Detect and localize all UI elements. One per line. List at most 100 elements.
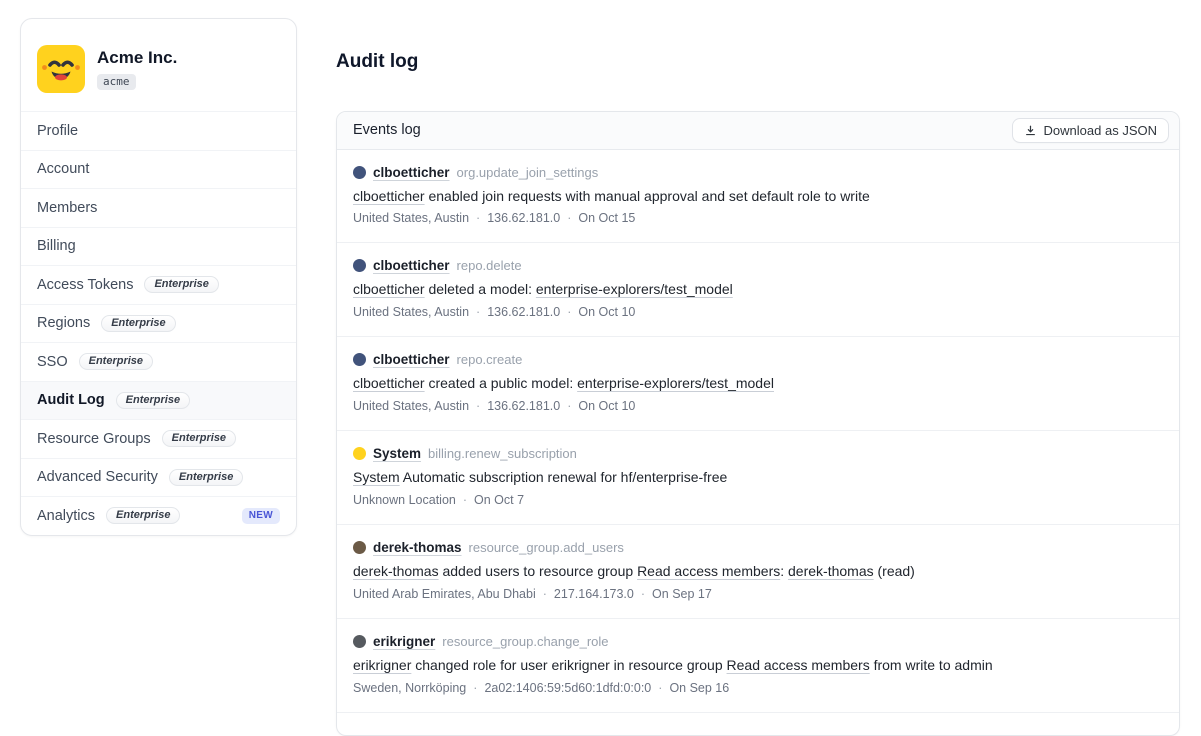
event-username-link[interactable]: clboetticher: [373, 352, 450, 367]
user-avatar: [353, 447, 366, 460]
event-description-link[interactable]: Read access members: [637, 563, 780, 579]
event-meta-item: On Oct 15: [578, 211, 635, 225]
event-meta: United Arab Emirates, Abu Dhabi·217.164.…: [353, 587, 1163, 601]
event-meta-item: 217.164.173.0: [554, 587, 634, 601]
event-description-link[interactable]: enterprise-explorers/test_model: [577, 375, 774, 391]
enterprise-badge: Enterprise: [101, 315, 175, 332]
event-username-link[interactable]: erikrigner: [373, 634, 435, 649]
sidebar-item-access-tokens[interactable]: Access TokensEnterprise: [21, 265, 296, 304]
org-settings-sidebar: Acme Inc. acme Profile Account Members Bill…: [20, 18, 297, 536]
event-description: clboetticher deleted a model: enterprise…: [353, 280, 1163, 299]
event-row-header: derek-thomas resource_group.add_users: [353, 540, 1163, 555]
event-action-type: repo.create: [457, 352, 523, 367]
sidebar-item-profile[interactable]: Profile: [21, 111, 296, 150]
event-row-header: clboetticher repo.delete: [353, 258, 1163, 273]
event-username-link[interactable]: System: [373, 446, 421, 461]
sidebar-item-members[interactable]: Members: [21, 188, 296, 227]
event-row-header: clboetticherorg.update_join_settings: [353, 165, 1163, 180]
download-icon: [1024, 124, 1037, 137]
event-description-link[interactable]: erikrigner: [353, 657, 411, 673]
event-username-link[interactable]: derek-thomas: [373, 540, 462, 555]
event-meta-item: Sweden, Norrköping: [353, 681, 466, 695]
event-description-text: enabled join requests with manual approv…: [425, 188, 870, 204]
event-meta-item: United States, Austin: [353, 305, 469, 319]
event-description-link[interactable]: Read access members: [727, 657, 870, 673]
event-description-text: :: [780, 563, 788, 579]
page-title: Audit log: [336, 51, 1180, 74]
event-action-type: resource_group.add_users: [469, 540, 624, 555]
meta-separator: ·: [567, 211, 571, 225]
meta-separator: ·: [567, 305, 571, 319]
user-avatar: [353, 635, 366, 648]
user-avatar: [353, 353, 366, 366]
event-username-link[interactable]: clboetticher: [373, 165, 450, 180]
event-meta-item: On Oct 7: [474, 493, 524, 507]
sidebar-item-label: Advanced Security: [37, 469, 158, 485]
download-json-button[interactable]: Download as JSON: [1012, 118, 1169, 143]
event-description-text: deleted a model:: [425, 281, 536, 297]
enterprise-badge: Enterprise: [79, 353, 153, 370]
meta-separator: ·: [476, 305, 480, 319]
enterprise-badge: Enterprise: [144, 276, 218, 293]
event-meta: United States, Austin·136.62.181.0·On Oc…: [353, 305, 1163, 319]
event-description: derek-thomas added users to resource gro…: [353, 562, 1163, 581]
meta-separator: ·: [658, 681, 662, 695]
event-description-link[interactable]: clboetticher: [353, 375, 425, 391]
event-row: derek-thomasresource_group.add_usersdere…: [337, 525, 1179, 619]
user-avatar: [353, 166, 366, 179]
event-description-link[interactable]: clboetticher: [353, 281, 425, 297]
user-avatar: [353, 259, 366, 272]
event-description-link[interactable]: enterprise-explorers/test_model: [536, 281, 733, 297]
event-row: erikrignerresource_group.change_roleerik…: [337, 619, 1179, 713]
event-description-link[interactable]: clboetticher: [353, 188, 425, 204]
event-row-header: Systembilling.renew_subscription: [353, 446, 1163, 461]
sidebar-item-advanced-security[interactable]: Advanced Security Enterprise: [21, 458, 296, 497]
event-meta-item: United Arab Emirates, Abu Dhabi: [353, 587, 536, 601]
meta-separator: ·: [476, 399, 480, 413]
sidebar-item-label: Profile: [37, 123, 78, 139]
event-row: clboetticher repo.create clboetticher crea…: [337, 337, 1179, 431]
event-meta-item: 136.62.181.0: [487, 399, 560, 413]
sidebar-item-sso[interactable]: SSOEnterprise: [21, 342, 296, 381]
event-username-link[interactable]: clboetticher: [373, 258, 450, 273]
sidebar-item-label: Analytics: [37, 508, 95, 524]
event-meta-item: On Sep 16: [669, 681, 729, 695]
new-badge: NEW: [242, 508, 280, 524]
sidebar-item-audit-log[interactable]: Audit LogEnterprise: [21, 381, 296, 420]
sidebar-item-label: Regions: [37, 315, 90, 331]
event-meta: United States, Austin·136.62.181.0·On Oc…: [353, 211, 1163, 225]
org-header: Acme Inc. acme: [21, 19, 296, 111]
event-description-link[interactable]: System: [353, 469, 400, 485]
sidebar-item-label: Billing: [37, 238, 76, 254]
sidebar-item-billing[interactable]: Billing: [21, 227, 296, 266]
event-meta: United States, Austin·136.62.181.0·On Oc…: [353, 399, 1163, 413]
event-description-link[interactable]: derek-thomas: [788, 563, 874, 579]
event-description-text: from write to admin: [870, 657, 993, 673]
enterprise-badge: Enterprise: [116, 392, 190, 409]
event-meta-item: Unknown Location: [353, 493, 456, 507]
org-name: Acme Inc.: [97, 48, 177, 68]
sidebar-item-regions[interactable]: Regions Enterprise: [21, 304, 296, 343]
event-meta: Sweden, Norrköping·2a02:1406:59:5d60:1df…: [353, 681, 1163, 695]
event-meta-item: On Oct 10: [578, 305, 635, 319]
sidebar-item-label: Resource Groups: [37, 431, 151, 447]
event-description-text: Automatic subscription renewal for hf/en…: [400, 469, 728, 485]
sidebar-item-account[interactable]: Account: [21, 150, 296, 189]
event-action-type: repo.delete: [457, 258, 522, 273]
event-row-header: erikrignerresource_group.change_role: [353, 634, 1163, 649]
event-description: clboetticher enabled join requests with …: [353, 187, 1163, 206]
enterprise-badge: Enterprise: [106, 507, 180, 524]
event-description-link[interactable]: derek-thomas: [353, 563, 439, 579]
sidebar-item-label: Members: [37, 200, 97, 216]
enterprise-badge: Enterprise: [169, 469, 243, 486]
sidebar-item-label: Account: [37, 161, 89, 177]
sidebar-item-analytics[interactable]: Analytics Enterprise NEW: [21, 496, 296, 535]
panel-title: Events log: [353, 122, 421, 138]
meta-separator: ·: [567, 399, 571, 413]
enterprise-badge: Enterprise: [162, 430, 236, 447]
sidebar-item-resource-groups[interactable]: Resource Groups Enterprise: [21, 419, 296, 458]
download-button-label: Download as JSON: [1044, 123, 1157, 138]
event-description-text: created a public model:: [425, 375, 578, 391]
event-meta-item: On Sep 17: [652, 587, 712, 601]
event-meta-item: United States, Austin: [353, 211, 469, 225]
